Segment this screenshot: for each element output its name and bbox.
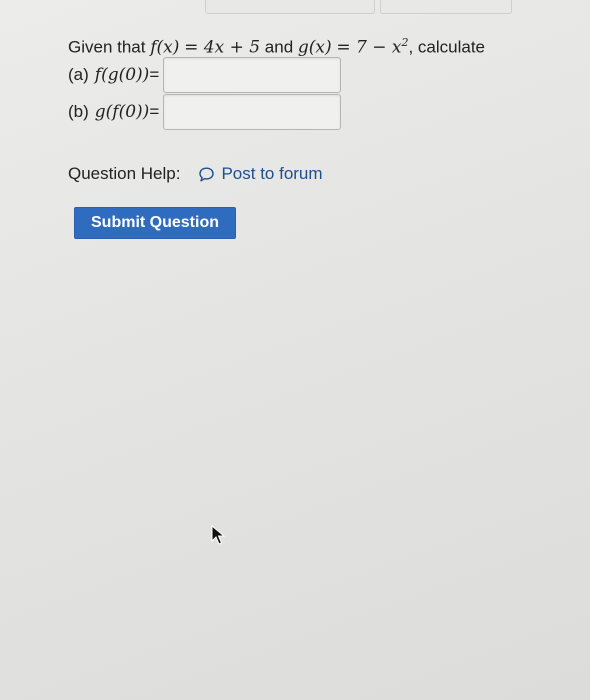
question-conjunction: and	[264, 37, 294, 57]
question-prefix: Given that	[68, 37, 146, 57]
post-to-forum-link[interactable]: Post to forum	[198, 164, 323, 184]
part-a-expression: f(g(0))	[94, 65, 150, 85]
part-a-answer-input[interactable]	[163, 57, 342, 93]
mouse-pointer-icon	[211, 524, 226, 545]
part-b-expression: g(f(0))	[94, 102, 150, 122]
part-a-row: (a) f(g(0)) =	[68, 57, 342, 93]
part-b-label: (b)	[68, 102, 89, 121]
part-b-row: (b) g(f(0)) =	[68, 94, 342, 130]
g-definition-lhs: g(x)	[297, 37, 332, 58]
post-to-forum-label: Post to forum	[221, 164, 323, 183]
part-a-label: (a)	[68, 65, 89, 84]
top-tab-strip	[0, 0, 590, 14]
part-b-answer-input[interactable]	[163, 94, 342, 130]
part-b-equals: =	[149, 102, 160, 121]
f-definition-rhs: = 4x + 5	[184, 37, 261, 58]
partial-tab-right	[380, 0, 512, 14]
partial-tab-left	[205, 0, 375, 14]
question-help: Question Help: Post to forum	[68, 164, 323, 184]
submit-question-button[interactable]: Submit Question	[74, 207, 236, 239]
speech-bubble-icon	[199, 167, 215, 181]
g-definition-rhs: = 7 − x	[336, 37, 402, 58]
f-definition-lhs: f(x)	[150, 37, 180, 58]
question-help-label: Question Help:	[68, 164, 181, 183]
part-a-equals: =	[149, 65, 160, 84]
question-suffix: , calculate	[408, 37, 486, 57]
